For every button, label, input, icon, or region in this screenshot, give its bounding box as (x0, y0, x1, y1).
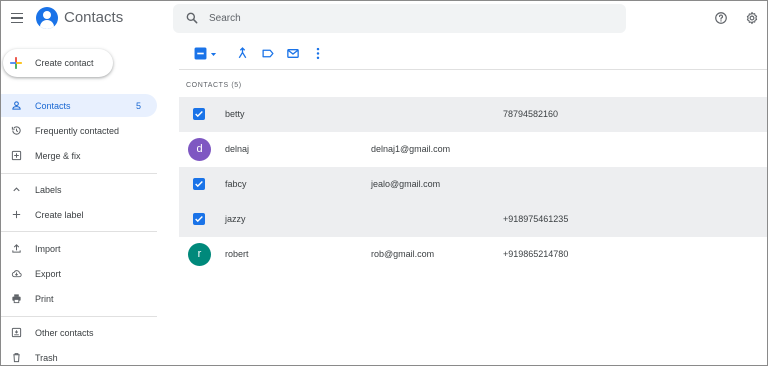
trash-icon (13, 353, 20, 363)
search-icon[interactable] (185, 11, 199, 25)
toolbar-divider (179, 69, 767, 70)
avatar[interactable]: r (188, 243, 211, 266)
avatar[interactable]: d (188, 138, 211, 161)
sidebar-item-label: Other contacts (35, 328, 94, 338)
row-checkbox[interactable] (193, 108, 205, 120)
merge-fix-icon (11, 150, 22, 161)
sidebar-item-label: Print (35, 294, 54, 304)
chevron-up-icon (13, 187, 20, 192)
sidebar-item-frequently-contacted[interactable]: Frequently contacted (1, 119, 157, 142)
sidebar-item-other-contacts[interactable]: Other contacts (1, 321, 157, 344)
create-contact-label: Create contact (35, 58, 94, 68)
table-row[interactable]: betty 78794582160 (179, 97, 767, 132)
person-icon (12, 101, 21, 110)
contacts-logo-icon[interactable] (36, 7, 58, 29)
table-row[interactable]: jazzy +918975461235 (179, 202, 767, 237)
sidebar-item-merge-fix[interactable]: Merge & fix (1, 144, 157, 167)
contact-name: delnaj (225, 144, 250, 154)
select-all-checkbox-icon[interactable] (194, 47, 207, 60)
sidebar-item-label: Labels (35, 185, 62, 195)
app-title[interactable]: Contacts (64, 9, 123, 26)
help-icon[interactable] (714, 11, 728, 25)
sidebar-item-label: Trash (35, 353, 58, 363)
contact-name: robert (225, 249, 249, 259)
check-icon (195, 180, 203, 188)
dropdown-arrow-icon[interactable] (209, 50, 218, 59)
merge-icon[interactable] (236, 47, 249, 60)
sidebar-item-create-label[interactable]: Create label (1, 203, 157, 226)
sidebar-divider (1, 173, 157, 174)
sidebar-item-trash[interactable]: Trash (1, 346, 157, 365)
contact-name: betty (225, 109, 245, 119)
upload-icon (12, 244, 21, 253)
sidebar-divider (1, 316, 157, 317)
sidebar-item-label: Create label (35, 210, 84, 220)
create-contact-button[interactable]: Create contact (3, 49, 113, 77)
contacts-list-heading: CONTACTS (5) (186, 82, 242, 89)
search-input[interactable] (209, 10, 609, 27)
contact-name: fabcy (225, 179, 247, 189)
print-icon (12, 294, 21, 304)
check-icon (195, 215, 203, 223)
sidebar-item-export[interactable]: Export (1, 262, 157, 285)
contact-email: jealo@gmail.com (371, 179, 441, 189)
contact-email: rob@gmail.com (371, 249, 435, 259)
row-checkbox[interactable] (193, 213, 205, 225)
history-icon (11, 126, 21, 135)
contact-phone: +918975461235 (503, 214, 569, 224)
contact-phone: +919865214780 (503, 249, 569, 259)
settings-icon[interactable] (745, 11, 759, 25)
label-icon[interactable] (261, 47, 275, 60)
sidebar-item-contacts[interactable]: Contacts 5 (1, 94, 157, 117)
table-row[interactable]: d delnaj delnaj1@gmail.com (179, 132, 767, 167)
contacts-count: 5 (135, 101, 141, 111)
more-vert-icon[interactable] (314, 47, 322, 60)
row-checkbox[interactable] (193, 178, 205, 190)
sidebar-item-label: Frequently contacted (35, 126, 120, 136)
app-frame: Contacts Create contact (0, 0, 768, 366)
sidebar-item-label: Import (35, 244, 61, 254)
email-icon[interactable] (286, 47, 300, 60)
contact-name: jazzy (225, 214, 246, 224)
sidebar-item-label: Contacts (35, 101, 71, 111)
search-bar[interactable] (173, 4, 626, 33)
sidebar-item-labels[interactable]: Labels (1, 178, 157, 201)
sidebar-item-print[interactable]: Print (1, 287, 157, 310)
sidebar-item-label: Merge & fix (35, 151, 81, 161)
sidebar-divider (1, 231, 157, 232)
contact-email: delnaj1@gmail.com (371, 144, 451, 154)
menu-icon[interactable] (9, 10, 25, 26)
table-row[interactable]: r robert rob@gmail.com +919865214780 (179, 237, 767, 272)
plus-colorful-icon (10, 57, 22, 69)
sidebar-item-import[interactable]: Import (1, 237, 157, 260)
cloud-download-icon (11, 270, 22, 278)
plus-icon (12, 210, 21, 219)
sidebar-item-label: Export (35, 269, 62, 279)
check-icon (195, 110, 203, 118)
other-contacts-icon (11, 327, 22, 338)
contact-phone: 78794582160 (503, 109, 559, 119)
top-bar: Contacts (1, 1, 767, 38)
table-row[interactable]: fabcy jealo@gmail.com (179, 167, 767, 202)
